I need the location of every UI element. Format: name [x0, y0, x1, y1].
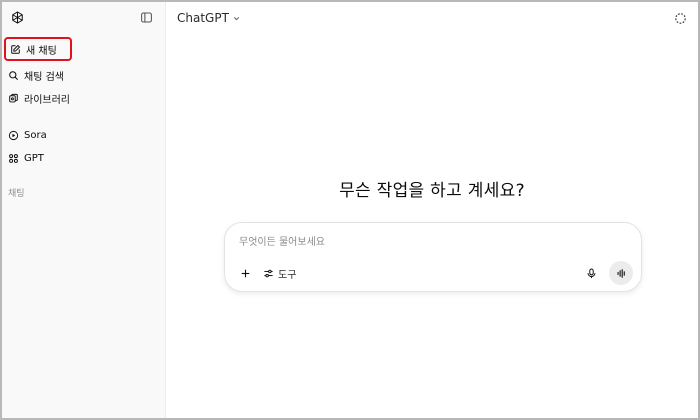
sidebar-item-gpt[interactable]: GPT — [2, 147, 161, 169]
sidebar: 새 채팅 채팅 검색 라이브러리 Sora GPT 채팅 — [2, 2, 166, 418]
sidebar-item-search[interactable]: 채팅 검색 — [2, 64, 161, 86]
microphone-icon — [587, 268, 595, 278]
composer-left-tools: 도구 — [235, 263, 296, 283]
model-selector[interactable]: ChatGPT — [177, 11, 241, 25]
temporary-chat-icon — [674, 12, 686, 24]
sidebar-item-label: GPT — [24, 152, 44, 164]
temporary-chat-button[interactable] — [670, 8, 690, 28]
page-title: 무슨 작업을 하고 계세요? — [339, 181, 525, 201]
tools-button[interactable]: 도구 — [263, 266, 296, 281]
play-circle-icon — [8, 130, 19, 140]
chat-history-heading: 채팅 — [8, 189, 25, 199]
sidebar-item-library[interactable]: 라이브러리 — [2, 87, 161, 109]
main-area: ChatGPT 무슨 작업을 하고 계세요? 무엇이든 물어보세요 도구 — [166, 2, 698, 418]
composer-toolbar: 도구 — [235, 261, 633, 285]
sidebar-item-label: Sora — [24, 129, 47, 141]
openai-logo-icon[interactable] — [7, 7, 27, 27]
composer: 도구 — [224, 222, 642, 292]
sidebar-item-label: 채팅 검색 — [24, 71, 64, 83]
edit-icon — [11, 44, 21, 54]
sliders-icon — [264, 269, 273, 277]
sidebar-item-label: 라이브러리 — [24, 94, 70, 106]
search-icon — [9, 70, 18, 80]
composer-right-tools — [581, 261, 633, 285]
plus-icon — [241, 269, 249, 277]
app-window: 새 채팅 채팅 검색 라이브러리 Sora GPT 채팅 ChatGPT 무슨 … — [0, 0, 700, 420]
voice-mode-button[interactable] — [609, 261, 633, 285]
top-bar: ChatGPT — [166, 2, 698, 34]
sidebar-apps: Sora GPT — [2, 123, 165, 170]
grid-icon — [9, 153, 18, 163]
sidebar-item-sora[interactable]: Sora — [2, 124, 161, 146]
tools-label: 도구 — [278, 269, 297, 281]
add-button[interactable] — [235, 263, 255, 283]
sidebar-header — [2, 2, 165, 32]
waveform-icon — [617, 268, 625, 278]
new-chat-button[interactable]: 새 채팅 — [4, 37, 72, 61]
new-chat-label: 새 채팅 — [26, 45, 57, 57]
model-label: ChatGPT — [177, 11, 229, 25]
prompt-input[interactable] — [239, 233, 619, 251]
sidebar-toggle-icon[interactable] — [136, 7, 156, 27]
library-icon — [9, 93, 18, 102]
dictate-button[interactable] — [581, 263, 601, 283]
sidebar-nav: 채팅 검색 라이브러리 — [2, 63, 165, 110]
chevron-down-icon — [233, 16, 240, 20]
